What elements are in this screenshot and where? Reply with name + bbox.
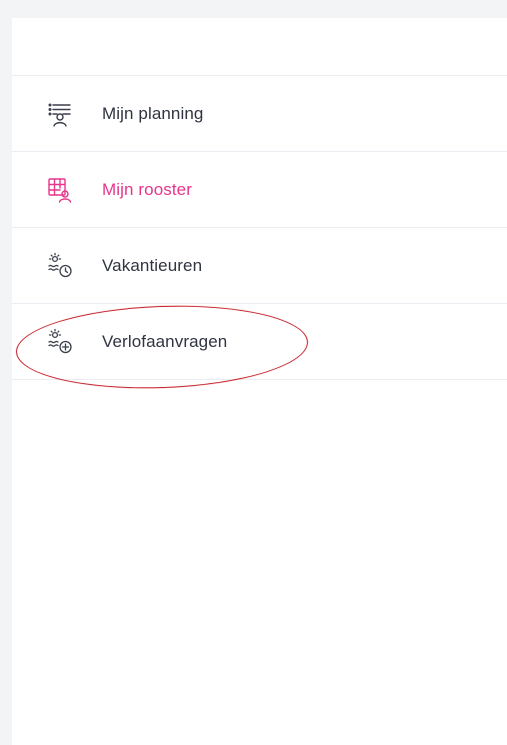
menu-item-mijn-rooster[interactable]: Mijn rooster: [12, 152, 507, 228]
menu-item-label: Verlofaanvragen: [102, 331, 228, 351]
menu-item-verlofaanvragen[interactable]: Verlofaanvragen: [12, 304, 507, 380]
planning-list-person-icon: [46, 100, 74, 128]
navigation-panel: Mijn planning Mijn rooster Vakantieuren …: [12, 18, 507, 745]
navigation-menu: Mijn planning Mijn rooster Vakantieuren …: [12, 75, 507, 380]
menu-item-label: Mijn rooster: [102, 179, 193, 199]
menu-item-label: Vakantieuren: [102, 255, 203, 275]
roster-grid-person-icon: [46, 176, 74, 204]
menu-item-vakantieuren[interactable]: Vakantieuren: [12, 228, 507, 304]
menu-item-label: Mijn planning: [102, 103, 204, 123]
menu-item-mijn-planning[interactable]: Mijn planning: [12, 76, 507, 152]
sun-clock-icon: [46, 252, 74, 280]
sun-plus-icon: [46, 328, 74, 356]
